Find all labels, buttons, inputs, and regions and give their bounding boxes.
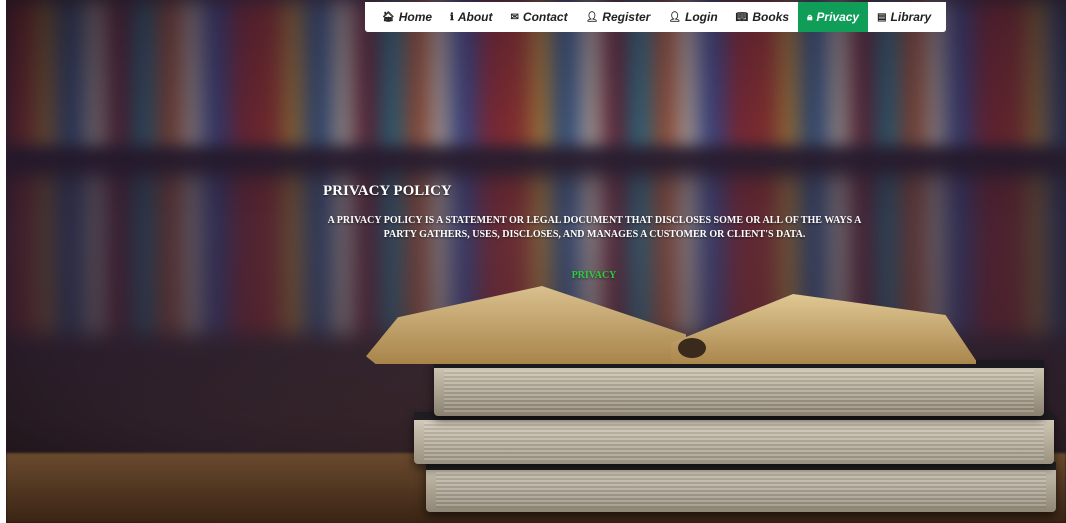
info-icon: ℹ [450,11,454,23]
nav-item-label: Books [752,10,790,24]
nav-item-contact[interactable]: ✉ Contact [502,2,577,32]
page-description: A PRIVACY POLICY IS A STATEMENT OR LEGAL… [327,215,862,240]
book-open-icon: 📖︎ [735,11,749,23]
envelope-icon: ✉ [510,11,519,23]
nav-item-privacy[interactable]: 🔒︎ Privacy [798,2,869,32]
nav-item-books[interactable]: 📖︎ Books [727,2,798,32]
nav-item-label: Contact [522,10,568,24]
nav-item-label: Library [890,10,932,24]
nav-item-label: Register [602,10,651,24]
user-icon: 👤︎ [668,11,682,23]
top-navigation: 🏠︎ Home ℹ About ✉ Contact 👤︎ Register 👤︎ Login 📖︎ B… [365,2,947,32]
nav-item-label: Privacy [816,10,860,24]
lock-icon: 🔒︎ [807,11,813,23]
book-bottom [426,462,1056,512]
page-title: PRIVACY POLICY [323,183,452,199]
nav-item-register[interactable]: 👤︎ Register [577,2,660,32]
nav-item-library[interactable]: ▤ Library [868,2,940,32]
open-book-spine [678,338,706,358]
nav-item-label: Login [685,10,718,24]
nav-item-label: About [457,10,493,24]
hero-background [6,0,1066,523]
open-book-left-pages [366,286,686,364]
nav-item-about[interactable]: ℹ About [441,2,501,32]
book-top [434,360,1044,416]
user-plus-icon: 👤︎ [585,11,599,23]
home-icon: 🏠︎ [382,11,395,23]
nav-item-label: Home [398,10,433,24]
nav-item-home[interactable]: 🏠︎ Home [373,2,441,32]
open-book-right-pages [671,294,976,364]
privacy-link[interactable]: PRIVACY [550,270,638,281]
book-middle [414,412,1054,464]
book-icon: ▤ [877,11,887,23]
open-book [366,286,976,366]
nav-item-login[interactable]: 👤︎ Login [659,2,726,32]
